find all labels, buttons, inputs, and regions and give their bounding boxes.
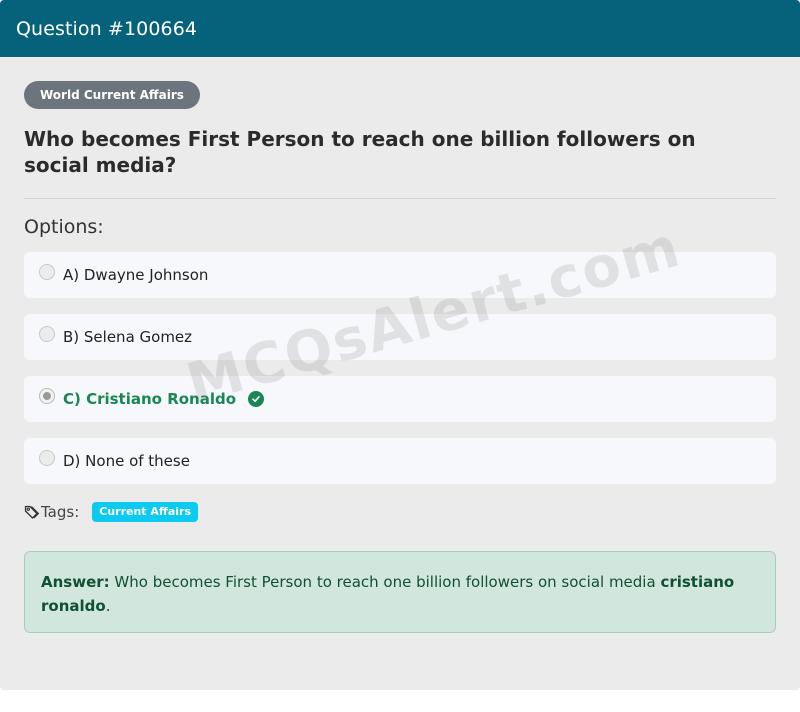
option-label: A) Dwayne Johnson [63, 266, 209, 284]
tags-row: Tags: Current Affairs [24, 500, 776, 524]
option-c[interactable]: C) Cristiano Ronaldo [24, 376, 776, 422]
tag-current-affairs[interactable]: Current Affairs [92, 502, 198, 522]
option-label: B) Selena Gomez [63, 328, 193, 346]
answer-box: Answer: Who becomes First Person to reac… [24, 551, 776, 633]
tag-icon [24, 505, 40, 519]
card-body: World Current Affairs Who becomes First … [6, 57, 794, 682]
radio-button[interactable] [39, 326, 55, 342]
question-card: Question #100664 World Current Affairs W… [0, 0, 800, 690]
question-text: Who becomes First Person to reach one bi… [24, 127, 696, 177]
category-badge[interactable]: World Current Affairs [24, 81, 200, 109]
option-d[interactable]: D) None of these [24, 438, 776, 484]
radio-button[interactable] [39, 264, 55, 280]
option-a[interactable]: A) Dwayne Johnson [24, 252, 776, 298]
divider [24, 198, 776, 199]
answer-prefix: Answer: [41, 573, 110, 591]
radio-button-selected[interactable] [39, 388, 55, 404]
check-circle-icon [248, 391, 265, 407]
options-heading: Options: [24, 216, 104, 238]
answer-suffix: . [105, 597, 111, 615]
question-title: Question #100664 [16, 17, 198, 40]
tags-label: Tags: [41, 503, 80, 521]
option-b[interactable]: B) Selena Gomez [24, 314, 776, 360]
card-header: Question #100664 [0, 0, 800, 57]
option-label: D) None of these [63, 452, 190, 470]
radio-button[interactable] [39, 450, 55, 466]
option-label: C) Cristiano Ronaldo [63, 390, 237, 408]
options-list: A) Dwayne Johnson B) Selena Gomez C) Cri… [24, 252, 776, 484]
answer-text: Who becomes First Person to reach one bi… [109, 573, 661, 591]
